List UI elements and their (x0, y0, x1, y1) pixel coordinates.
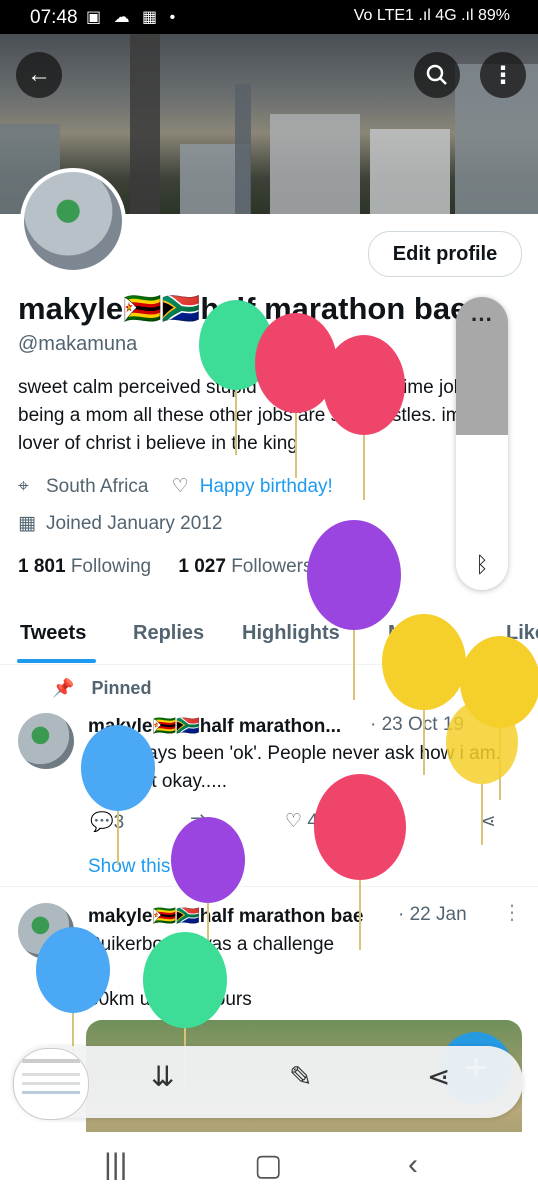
bio: sweet calm perceived stupid by many. my … (18, 377, 484, 454)
more-button[interactable]: ⋮ (480, 52, 526, 98)
profile-avatar[interactable] (20, 168, 126, 274)
location-text: South Africa (46, 476, 149, 497)
like-button[interactable]: ♡ 4 (285, 810, 318, 833)
recent-apps-icon[interactable]: ||| (104, 1148, 127, 1182)
system-nav-bar: ||| ▢ ‹ (0, 1132, 538, 1200)
tab-media[interactable]: Media (388, 622, 445, 645)
share-screenshot-icon[interactable]: ⋖ (427, 1060, 450, 1093)
active-tab-indicator (17, 659, 96, 663)
search-button[interactable] (414, 52, 460, 98)
screenshot-toolbar: ⇊ ✎ ⋖ (13, 1046, 523, 1118)
volume-more-icon[interactable]: ··· (456, 307, 508, 333)
tweet-text-line2: 30km under 3hours (88, 989, 252, 1010)
tab-tweets[interactable]: Tweets (20, 622, 86, 645)
more-vertical-icon: ⋮ (491, 61, 515, 89)
share-button[interactable]: ⋖ (480, 810, 496, 833)
pinned-indicator: 📌 Pinned (52, 678, 151, 699)
analytics-button[interactable]: ılı (384, 810, 399, 832)
edit-profile-button[interactable]: Edit profile (368, 231, 522, 277)
followers-count: 1 027 (178, 556, 226, 577)
tweet-text-line1: Suikerbooss was a challenge (88, 934, 335, 955)
retweet-icon: ⇄ (190, 811, 206, 832)
pin-icon: 📌 (52, 678, 75, 698)
followers-link[interactable]: 1 027 Followers (178, 556, 312, 577)
following-label: Following (70, 556, 152, 577)
tweet-divider (0, 886, 538, 887)
tab-highlights[interactable]: Highlights (242, 622, 340, 645)
bluetooth-icon[interactable]: ᛒ (456, 552, 508, 578)
search-icon (426, 64, 447, 85)
tweet-avatar[interactable] (18, 713, 74, 769)
tweet-text: Ive always been 'ok'. People never ask h… (88, 743, 501, 792)
tab-likes[interactable]: Likes (506, 622, 538, 645)
balloon-purple-1 (307, 520, 401, 700)
tab-replies[interactable]: Replies (133, 622, 204, 645)
reply-count: 3 (113, 812, 125, 833)
joined-date: ▦ Joined January 2012 (18, 512, 222, 535)
arrow-left-icon: ← (27, 61, 51, 88)
tweet-date: · 23 Oct 19 (370, 714, 464, 735)
show-thread-link[interactable]: Show this thread (88, 856, 230, 878)
calendar-icon: ▦ (18, 513, 36, 534)
handle: @makamuna (18, 333, 138, 355)
status-bar: 07:48 ▣ ☁ ▦ • Vo LTE1 .ıl 4G .ıl 89% (0, 0, 538, 34)
scroll-capture-icon[interactable]: ⇊ (151, 1060, 174, 1093)
tweet-author[interactable]: makyle🇿🇼🇿🇦half marathon... (88, 714, 341, 738)
retweet-button[interactable]: ⇄ (190, 810, 206, 833)
share-icon: ⋖ (480, 811, 496, 832)
home-icon[interactable]: ▢ (254, 1148, 282, 1183)
pinned-label: Pinned (91, 678, 152, 698)
status-notification-icons: ▣ ☁ ▦ • (86, 9, 180, 26)
tweet-avatar-2[interactable] (18, 903, 74, 959)
tweet-author-2[interactable]: makyle🇿🇼🇿🇦half marathon bae (88, 904, 363, 928)
like-count: 4 (307, 811, 318, 832)
edit-screenshot-icon[interactable]: ✎ (289, 1060, 312, 1093)
display-name: makyle🇿🇼🇿🇦half marathon bae (18, 291, 468, 326)
analytics-icon: ılı (384, 810, 399, 831)
location-pin-icon: ⌖ (18, 476, 29, 497)
following-count: 1 801 (18, 556, 66, 577)
screenshot-thumbnail[interactable] (13, 1048, 89, 1120)
back-nav-icon[interactable]: ‹ (408, 1148, 418, 1182)
volume-panel[interactable]: ··· ᛒ (456, 297, 508, 590)
tweet-date-2: · 22 Jan (398, 904, 467, 925)
location: ⌖ South Africa ♡ Happy birthday! (18, 475, 333, 498)
heart-icon: ♡ (285, 811, 303, 832)
following-link[interactable]: 1 801 Following (18, 556, 151, 577)
follow-counts: 1 801 Following 1 027 Followers (18, 556, 313, 578)
status-right: Vo LTE1 .ıl 4G .ıl 89% (353, 7, 510, 24)
status-time: 07:48 (30, 7, 78, 28)
profile-tabs: Tweets Replies Highlights Media Likes (0, 612, 538, 665)
balloon-icon: ♡ (171, 476, 189, 497)
joined-text: Joined January 2012 (46, 513, 223, 534)
followers-label: Followers (231, 556, 313, 577)
birthday-link[interactable]: Happy birthday! (200, 476, 333, 497)
back-button[interactable]: ← (16, 52, 62, 98)
reply-icon: 💬 (90, 812, 114, 833)
reply-button[interactable]: 💬3 (90, 810, 124, 834)
tweet-more-icon[interactable]: ⋮ (502, 900, 522, 925)
